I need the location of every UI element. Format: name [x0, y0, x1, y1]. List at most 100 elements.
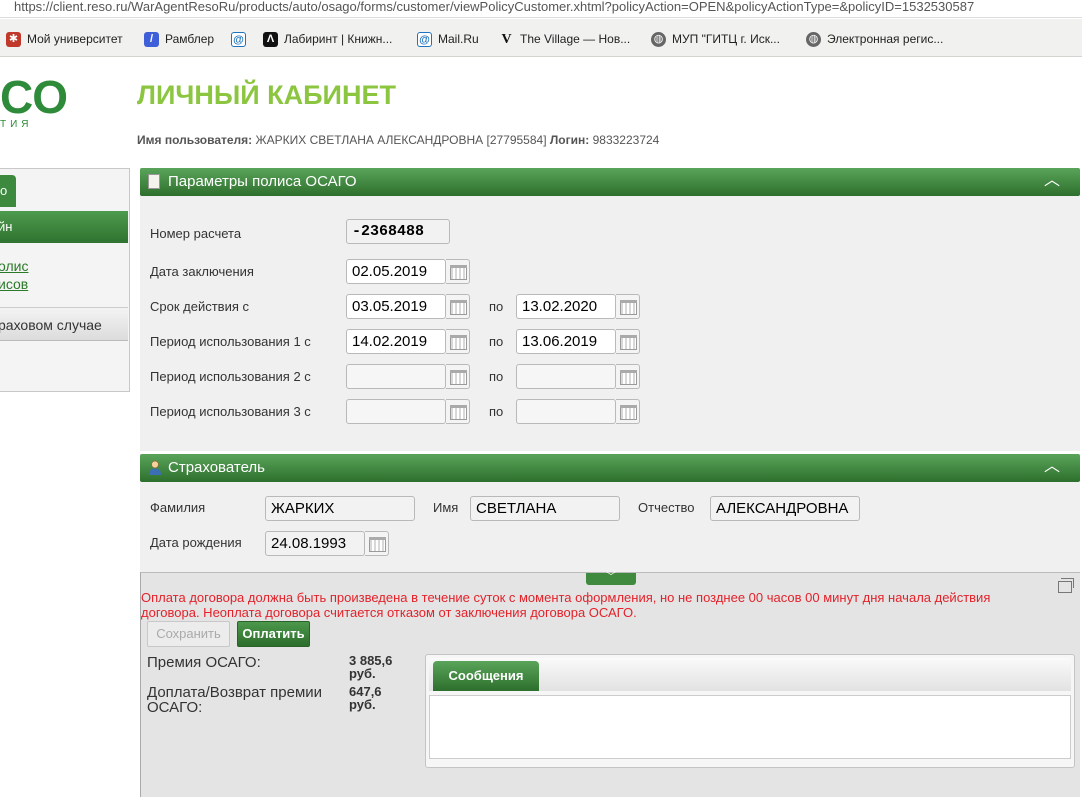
at-icon: @ — [231, 31, 246, 47]
university-icon: ✱ — [6, 31, 21, 47]
messages-box: Сообщения — [425, 654, 1075, 768]
bookmark-label: The Village — Нов... — [520, 32, 631, 46]
birth-date-field: 24.08.1993 — [265, 531, 365, 556]
save-button[interactable]: Сохранить — [147, 621, 230, 647]
term-to-label: по — [489, 299, 504, 314]
surname-label: Фамилия — [150, 500, 206, 515]
user-info: Имя пользователя: ЖАРКИХ СВЕТЛАНА АЛЕКСА… — [137, 133, 659, 147]
sidebar-insurance-case-button[interactable]: раховом случае — [0, 307, 128, 341]
period3-from-field[interactable] — [346, 399, 446, 424]
period2-to-field[interactable] — [516, 364, 616, 389]
login-value: 9833223724 — [592, 133, 660, 147]
bookmark-label: Mail.Ru — [438, 32, 479, 46]
pay-button[interactable]: Оплатить — [237, 621, 310, 647]
calendar-icon[interactable] — [616, 329, 640, 354]
birth-date-label: Дата рождения — [150, 535, 242, 550]
payment-warning: Оплата договора должна быть произведена … — [141, 590, 991, 620]
patronymic-field: АЛЕКСАНДРОВНА — [710, 496, 860, 521]
payment-section: ﹀ Оплата договора должна быть произведен… — [140, 572, 1080, 797]
term-to-field[interactable]: 13.02.2020 — [516, 294, 616, 319]
village-icon: V — [501, 31, 512, 47]
calendar-icon[interactable] — [616, 364, 640, 389]
calendar-icon[interactable] — [616, 399, 640, 424]
panel-title: Страхователь — [168, 459, 265, 476]
sidebar-link-policy[interactable]: олис — [0, 258, 28, 274]
bookmark-labirint[interactable]: Λ Лабиринт | Книжн... — [263, 30, 392, 48]
premium-label: Премия ОСАГО: — [147, 654, 261, 671]
login-label: Логин: — [549, 133, 590, 147]
bookmarks-bar: ✱ Мой университет / Рамблер @ Λ Лабиринт… — [0, 19, 1082, 57]
period2-from-field[interactable] — [346, 364, 446, 389]
sidebar-link-list[interactable]: исов — [0, 276, 28, 292]
address-bar[interactable]: https://client.reso.ru/WarAgentResoRu/pr… — [0, 0, 1082, 18]
sidebar-item-active[interactable]: йн — [0, 211, 128, 243]
name-field: СВЕТЛАНА — [470, 496, 620, 521]
globe-icon: ◍ — [806, 31, 821, 47]
reso-logo-subtitle: ТИЯ — [0, 119, 33, 130]
tab-messages[interactable]: Сообщения — [433, 661, 539, 691]
labirint-icon: Λ — [263, 31, 278, 47]
page-title: ЛИЧНЫЙ КАБИНЕТ — [137, 80, 396, 110]
bookmark-label: Мой университет — [27, 32, 123, 46]
surcharge-label: Доплата/Возврат премии — [147, 684, 323, 701]
mailru-icon: @ — [417, 31, 432, 47]
bookmark-registration[interactable]: ◍ Электронная регис... — [806, 30, 943, 48]
calendar-icon[interactable] — [446, 294, 470, 319]
insurer-panel: Страхователь ︿ Фамилия ЖАРКИХ Имя СВЕТЛА… — [140, 454, 1080, 572]
name-label: Имя — [433, 500, 459, 515]
calendar-icon[interactable] — [446, 259, 470, 284]
bookmark-label: МУП "ГИТЦ г. Иск... — [672, 32, 780, 46]
period2-to-label: по — [489, 369, 504, 384]
sidebar-tab[interactable]: о — [0, 175, 16, 207]
patronymic-label: Отчество — [638, 500, 695, 515]
period3-to-field[interactable] — [516, 399, 616, 424]
premium-unit: руб. — [349, 666, 376, 681]
calc-number-label: Номер расчета — [150, 226, 242, 241]
conclusion-date-field[interactable]: 02.05.2019 — [346, 259, 446, 284]
messages-content — [429, 695, 1071, 759]
period2-label: Период использования 2 с — [150, 369, 311, 384]
bookmark-label: Электронная регис... — [827, 32, 944, 46]
bookmark-village[interactable]: V The Village — Нов... — [499, 30, 630, 48]
clipboard-icon — [148, 174, 160, 189]
period3-label: Период использования 3 с — [150, 404, 311, 419]
period1-from-field[interactable]: 14.02.2019 — [346, 329, 446, 354]
surcharge-label-2: ОСАГО: — [147, 699, 203, 716]
calendar-icon[interactable] — [365, 531, 389, 556]
policy-params-panel: Параметры полиса ОСАГО ︿ Номер расчета -… — [140, 168, 1080, 451]
insurer-header[interactable]: Страхователь ︿ — [140, 454, 1080, 482]
term-from-label: Срок действия с — [150, 299, 249, 314]
sidebar: о йн олис исов раховом случае — [0, 168, 130, 392]
calendar-icon[interactable] — [446, 399, 470, 424]
bookmark-rambler[interactable]: / Рамблер — [144, 30, 214, 48]
calc-number-field: -2368488 — [346, 219, 450, 244]
chevron-down-icon[interactable]: ﹀ — [586, 573, 636, 585]
term-from-field[interactable]: 03.05.2019 — [346, 294, 446, 319]
calendar-icon[interactable] — [446, 364, 470, 389]
user-label: Имя пользователя: — [137, 133, 253, 147]
conclusion-date-label: Дата заключения — [150, 264, 254, 279]
messages-tabbar: Сообщения — [429, 658, 1071, 691]
period3-to-label: по — [489, 404, 504, 419]
bookmark-university[interactable]: ✱ Мой университет — [6, 30, 123, 48]
bookmark-gitc[interactable]: ◍ МУП "ГИТЦ г. Иск... — [651, 30, 780, 48]
user-value: ЖАРКИХ СВЕТЛАНА АЛЕКСАНДРОВНА [27795584] — [255, 133, 547, 147]
calendar-icon[interactable] — [616, 294, 640, 319]
surname-field: ЖАРКИХ — [265, 496, 415, 521]
surcharge-unit: руб. — [349, 697, 376, 712]
period1-label: Период использования 1 с — [150, 334, 311, 349]
period1-to-label: по — [489, 334, 504, 349]
restore-window-icon[interactable] — [1058, 578, 1074, 593]
bookmark-label: Рамблер — [165, 32, 215, 46]
bookmark-mailru[interactable]: @ Mail.Ru — [417, 30, 479, 48]
policy-params-header[interactable]: Параметры полиса ОСАГО ︿ — [140, 168, 1080, 196]
collapse-icon[interactable]: ︿ — [1042, 458, 1062, 476]
bookmark-label: Лабиринт | Книжн... — [284, 32, 393, 46]
collapse-icon[interactable]: ︿ — [1042, 172, 1062, 190]
globe-icon: ◍ — [651, 31, 666, 47]
calendar-icon[interactable] — [446, 329, 470, 354]
bookmark-at[interactable]: @ — [231, 30, 246, 48]
reso-logo[interactable]: CO — [0, 74, 68, 120]
period1-to-field[interactable]: 13.06.2019 — [516, 329, 616, 354]
person-icon — [149, 460, 161, 475]
